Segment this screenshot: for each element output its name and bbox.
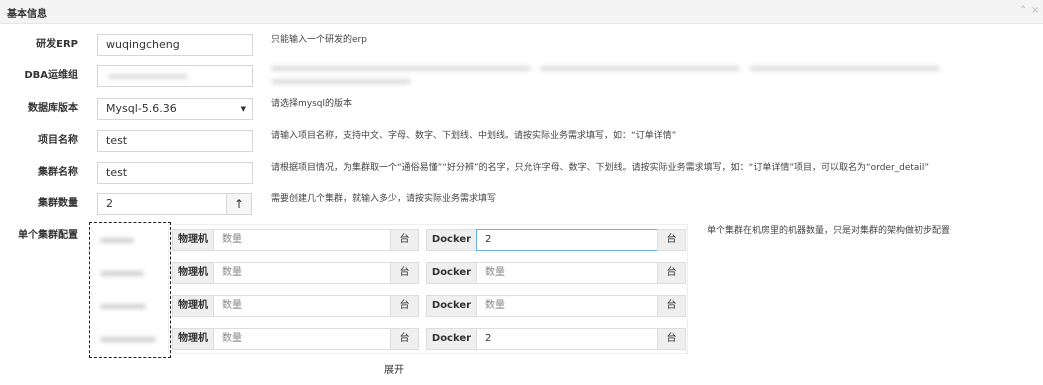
docker-label: Docker xyxy=(426,328,477,350)
physical-quantity-input[interactable]: 数量 xyxy=(213,328,391,350)
chevron-up-icon[interactable]: ⌃ xyxy=(1019,4,1027,18)
project-name-input[interactable]: test xyxy=(97,130,253,152)
single-cluster-config-label: 单个集群配置 xyxy=(18,230,78,241)
dba-group-select[interactable] xyxy=(97,65,253,87)
basic-info-panel: 基本信息 ⌃ × 研发ERP wuqingcheng 只能输入一个研发的erp … xyxy=(0,0,1043,385)
docker-unit: 台 xyxy=(657,328,686,350)
physical-quantity-input[interactable]: 数量 xyxy=(213,229,391,251)
erp-input[interactable]: wuqingcheng xyxy=(97,34,253,56)
db-version-label: 数据库版本 xyxy=(28,103,78,114)
docker-quantity-input[interactable]: 数量 xyxy=(476,262,658,284)
erp-hint: 只能输入一个研发的erp xyxy=(271,35,367,45)
db-version-value: Mysql-5.6.36 xyxy=(106,102,177,115)
db-version-hint: 请选择mysql的版本 xyxy=(271,99,352,109)
cluster-names-redacted-box xyxy=(89,222,171,358)
physical-unit: 台 xyxy=(390,295,419,317)
panel-header: 基本信息 ⌃ × xyxy=(0,0,1043,24)
cluster-name-label: 集群名称 xyxy=(38,167,78,178)
docker-quantity-input[interactable]: 2 xyxy=(476,328,658,350)
docker-quantity-input[interactable]: 数量 xyxy=(476,295,658,317)
physical-label: 物理机 xyxy=(172,229,214,251)
dba-group-label: DBA运维组 xyxy=(24,70,78,81)
physical-label: 物理机 xyxy=(172,295,214,317)
chevron-down-icon: ▼ xyxy=(240,105,246,113)
single-cluster-config-hint: 单个集群在机房里的机器数量，只是对集群的架构做初步配置 xyxy=(707,226,951,236)
cluster-count-label: 集群数量 xyxy=(38,198,78,209)
physical-label: 物理机 xyxy=(172,262,214,284)
physical-unit: 台 xyxy=(390,328,419,350)
physical-label: 物理机 xyxy=(172,328,214,350)
physical-quantity-input[interactable]: 数量 xyxy=(213,262,391,284)
docker-unit: 台 xyxy=(657,295,686,317)
cluster-name-input[interactable]: test xyxy=(97,162,253,184)
docker-unit: 台 xyxy=(657,262,686,284)
erp-label: 研发ERP xyxy=(36,39,78,50)
arrow-up-icon[interactable]: ↑ xyxy=(226,193,252,215)
physical-quantity-input[interactable]: 数量 xyxy=(213,295,391,317)
physical-unit: 台 xyxy=(390,229,419,251)
physical-unit: 台 xyxy=(390,262,419,284)
docker-unit: 台 xyxy=(657,229,686,251)
cluster-count-hint: 需要创建几个集群，就输入多少，请按实际业务需求填写 xyxy=(271,194,497,204)
db-version-select[interactable]: Mysql-5.6.36 ▼ xyxy=(97,98,253,120)
cluster-count-input[interactable]: 2 xyxy=(97,193,227,215)
docker-label: Docker xyxy=(426,295,477,317)
project-name-hint: 请输入项目名称，支持中文、字母、数字、下划线、中划线。请按实际业务需求填写，如：… xyxy=(271,131,677,141)
docker-quantity-input[interactable]: 2 xyxy=(476,229,658,251)
cluster-name-hint: 请根据项目情况，为集群取一个“通俗易懂”“好分辨”的名字，只允许字母、数字、下划… xyxy=(271,163,930,173)
project-name-label: 项目名称 xyxy=(38,135,78,146)
close-icon[interactable]: × xyxy=(1031,4,1039,18)
expand-link[interactable]: 展开 xyxy=(384,361,404,376)
panel-title: 基本信息 xyxy=(7,9,47,20)
docker-label: Docker xyxy=(426,229,477,251)
docker-label: Docker xyxy=(426,262,477,284)
